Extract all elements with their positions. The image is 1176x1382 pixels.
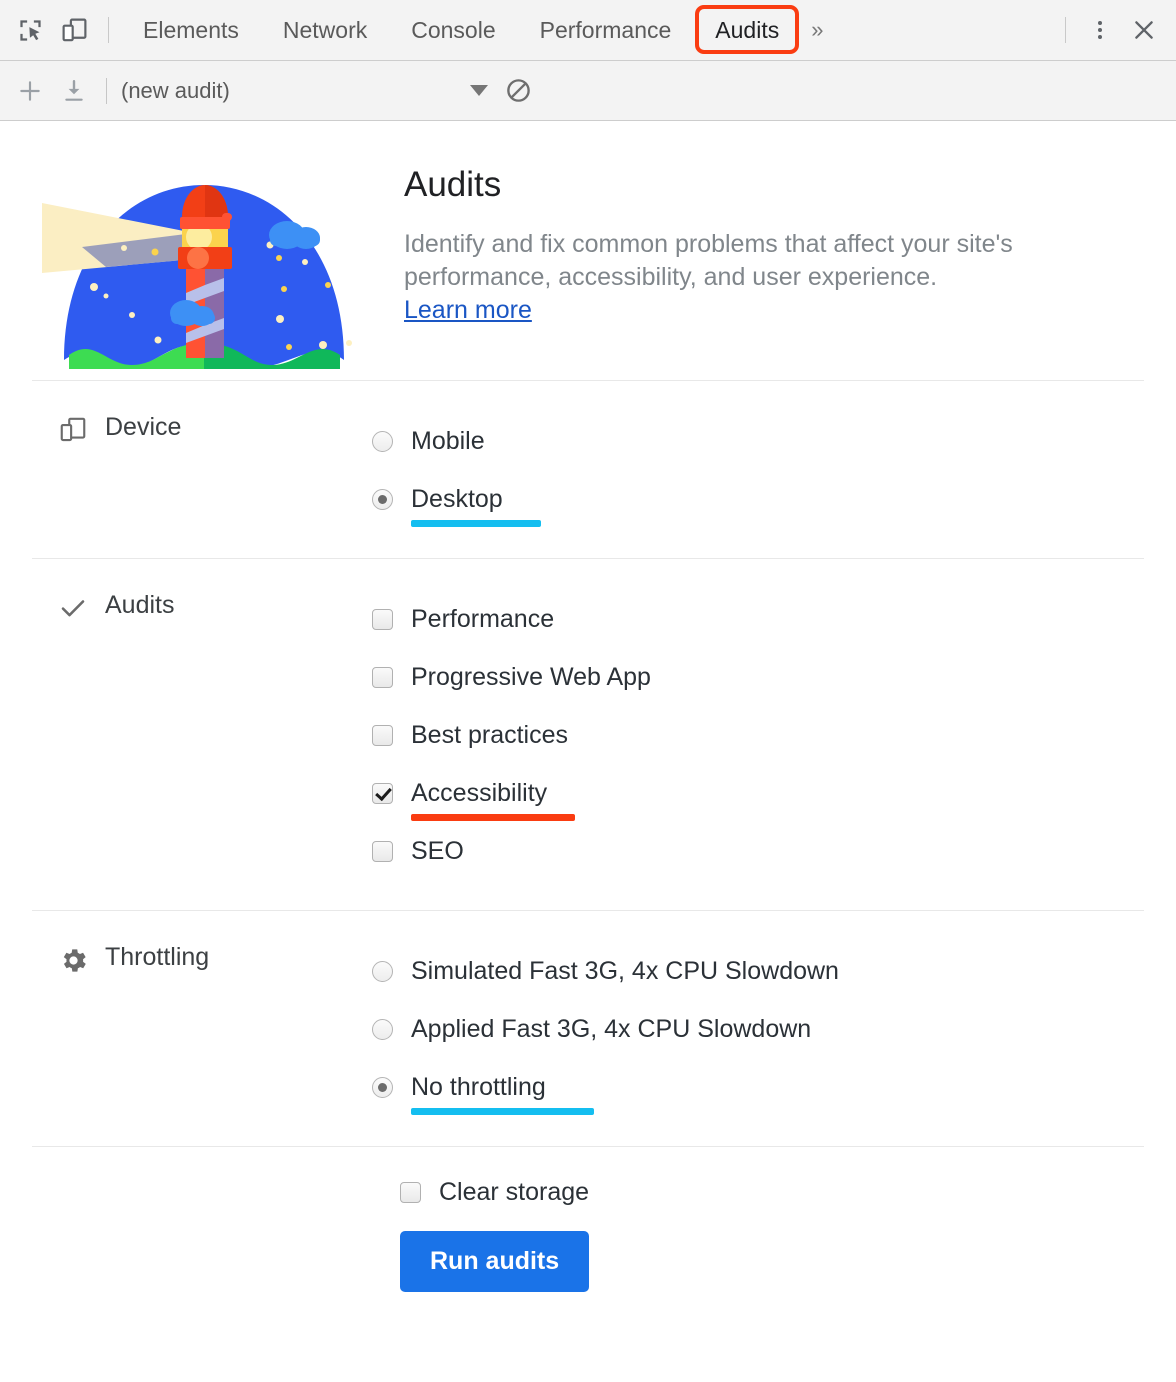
checkbox-option-best-practices[interactable]: Best practices (372, 706, 1176, 764)
tab-elements[interactable]: Elements (121, 0, 261, 60)
learn-more-link[interactable]: Learn more (404, 296, 532, 325)
close-icon[interactable] (1122, 8, 1166, 52)
radio-simulated-fast-3g-label: Simulated Fast 3G, 4x CPU Slowdown (411, 959, 839, 984)
checkbox-option-progressive-web-app[interactable]: Progressive Web App (372, 648, 1176, 706)
audit-select[interactable]: (new audit) (121, 78, 496, 104)
tab-network[interactable]: Network (261, 0, 389, 60)
section-throttling-title: Throttling (105, 943, 209, 972)
radio-mobile-label: Mobile (411, 429, 485, 454)
add-icon[interactable] (8, 69, 52, 113)
annotation-underline-no-throttling (411, 1108, 594, 1115)
checkbox-seo-label: SEO (411, 839, 464, 864)
tabbar-right-controls (1053, 8, 1166, 52)
hero-text: Audits Identify and fix common problems … (374, 155, 1144, 325)
inspect-element-icon[interactable] (8, 8, 52, 52)
hero-description: Identify and fix common problems that af… (404, 228, 1144, 294)
audit-select-value: (new audit) (121, 78, 470, 104)
checkbox-clear-storage-indicator[interactable] (400, 1182, 421, 1203)
lighthouse-illustration (34, 155, 374, 380)
checkbox-option-seo[interactable]: SEO (372, 822, 1176, 880)
section-audits-title: Audits (105, 591, 174, 620)
radio-option-simulated-fast-3g[interactable]: Simulated Fast 3G, 4x CPU Slowdown (372, 942, 1176, 1000)
checkbox-option-accessibility[interactable]: Accessibility (372, 764, 1176, 822)
tab-console[interactable]: Console (389, 0, 517, 60)
audits-panel: Audits Identify and fix common problems … (0, 121, 1176, 1292)
radio-desktop-label: Desktop (411, 487, 503, 512)
run-audits-wrapper: Run audits (0, 1209, 1176, 1292)
more-vertical-icon[interactable] (1078, 8, 1122, 52)
checkbox-seo-indicator[interactable] (372, 841, 393, 862)
radio-simulated-fast-3g-indicator[interactable] (372, 961, 393, 982)
section-throttling: Throttling Simulated Fast 3G, 4x CPU Slo… (0, 911, 1176, 1146)
clear-all-icon[interactable] (496, 69, 540, 113)
radio-no-throttling-indicator[interactable] (372, 1077, 393, 1098)
audits-options: Performance Progressive Web App Best pra… (372, 589, 1176, 880)
device-options: Mobile Desktop (372, 411, 1176, 528)
audits-hero: Audits Identify and fix common problems … (0, 121, 1176, 380)
devtools-tabbar: Elements Network Console Performance Aud… (0, 0, 1176, 61)
checkbox-accessibility-label: Accessibility (411, 781, 547, 806)
checkbox-performance-indicator[interactable] (372, 609, 393, 630)
checkbox-performance-label: Performance (411, 607, 554, 632)
section-throttling-label: Throttling (0, 941, 372, 1116)
radio-option-applied-fast-3g[interactable]: Applied Fast 3G, 4x CPU Slowdown (372, 1000, 1176, 1058)
audit-toolbar-divider (106, 78, 107, 104)
chevron-down-icon[interactable] (470, 85, 488, 96)
checkbox-option-performance[interactable]: Performance (372, 590, 1176, 648)
audit-toolbar: (new audit) (0, 61, 1176, 121)
radio-applied-fast-3g-label: Applied Fast 3G, 4x CPU Slowdown (411, 1017, 811, 1042)
device-icon (56, 413, 90, 447)
tab-audits[interactable]: Audits (693, 0, 801, 60)
section-audits: Audits Performance Progressive Web App B… (0, 559, 1176, 910)
page-title: Audits (404, 167, 1144, 202)
checkbox-progressive-web-app-label: Progressive Web App (411, 665, 651, 690)
radio-option-mobile[interactable]: Mobile (372, 412, 1176, 470)
throttling-options: Simulated Fast 3G, 4x CPU Slowdown Appli… (372, 941, 1176, 1116)
radio-option-no-throttling[interactable]: No throttling (372, 1058, 1176, 1116)
tab-list: Elements Network Console Performance Aud… (121, 0, 1053, 60)
checkbox-clear-storage-label: Clear storage (439, 1180, 589, 1205)
radio-applied-fast-3g-indicator[interactable] (372, 1019, 393, 1040)
radio-no-throttling-label: No throttling (411, 1075, 546, 1100)
device-toolbar-toggle-icon[interactable] (52, 8, 96, 52)
checkbox-accessibility-indicator[interactable] (372, 783, 393, 804)
annotation-underline-accessibility (411, 814, 575, 821)
run-audits-button[interactable]: Run audits (400, 1231, 589, 1292)
tab-audits-highlight-wrapper: Audits (693, 0, 801, 60)
annotation-underline-desktop (411, 520, 541, 527)
checkbox-option-clear-storage[interactable]: Clear storage (0, 1147, 1176, 1209)
more-tabs-icon[interactable]: » (801, 17, 829, 43)
checkbox-progressive-web-app-indicator[interactable] (372, 667, 393, 688)
toolbar-divider (108, 17, 109, 43)
radio-mobile-indicator[interactable] (372, 431, 393, 452)
section-device-label: Device (0, 411, 372, 528)
checkmark-icon (56, 591, 90, 625)
radio-option-desktop[interactable]: Desktop (372, 470, 1176, 528)
tab-performance[interactable]: Performance (518, 0, 694, 60)
radio-desktop-indicator[interactable] (372, 489, 393, 510)
section-device-title: Device (105, 413, 181, 442)
section-audits-label: Audits (0, 589, 372, 880)
section-device: Device Mobile Desktop (0, 381, 1176, 558)
gear-icon (56, 943, 90, 977)
checkbox-best-practices-label: Best practices (411, 723, 568, 748)
checkbox-best-practices-indicator[interactable] (372, 725, 393, 746)
toolbar-divider-right (1065, 17, 1066, 43)
import-icon[interactable] (52, 69, 96, 113)
